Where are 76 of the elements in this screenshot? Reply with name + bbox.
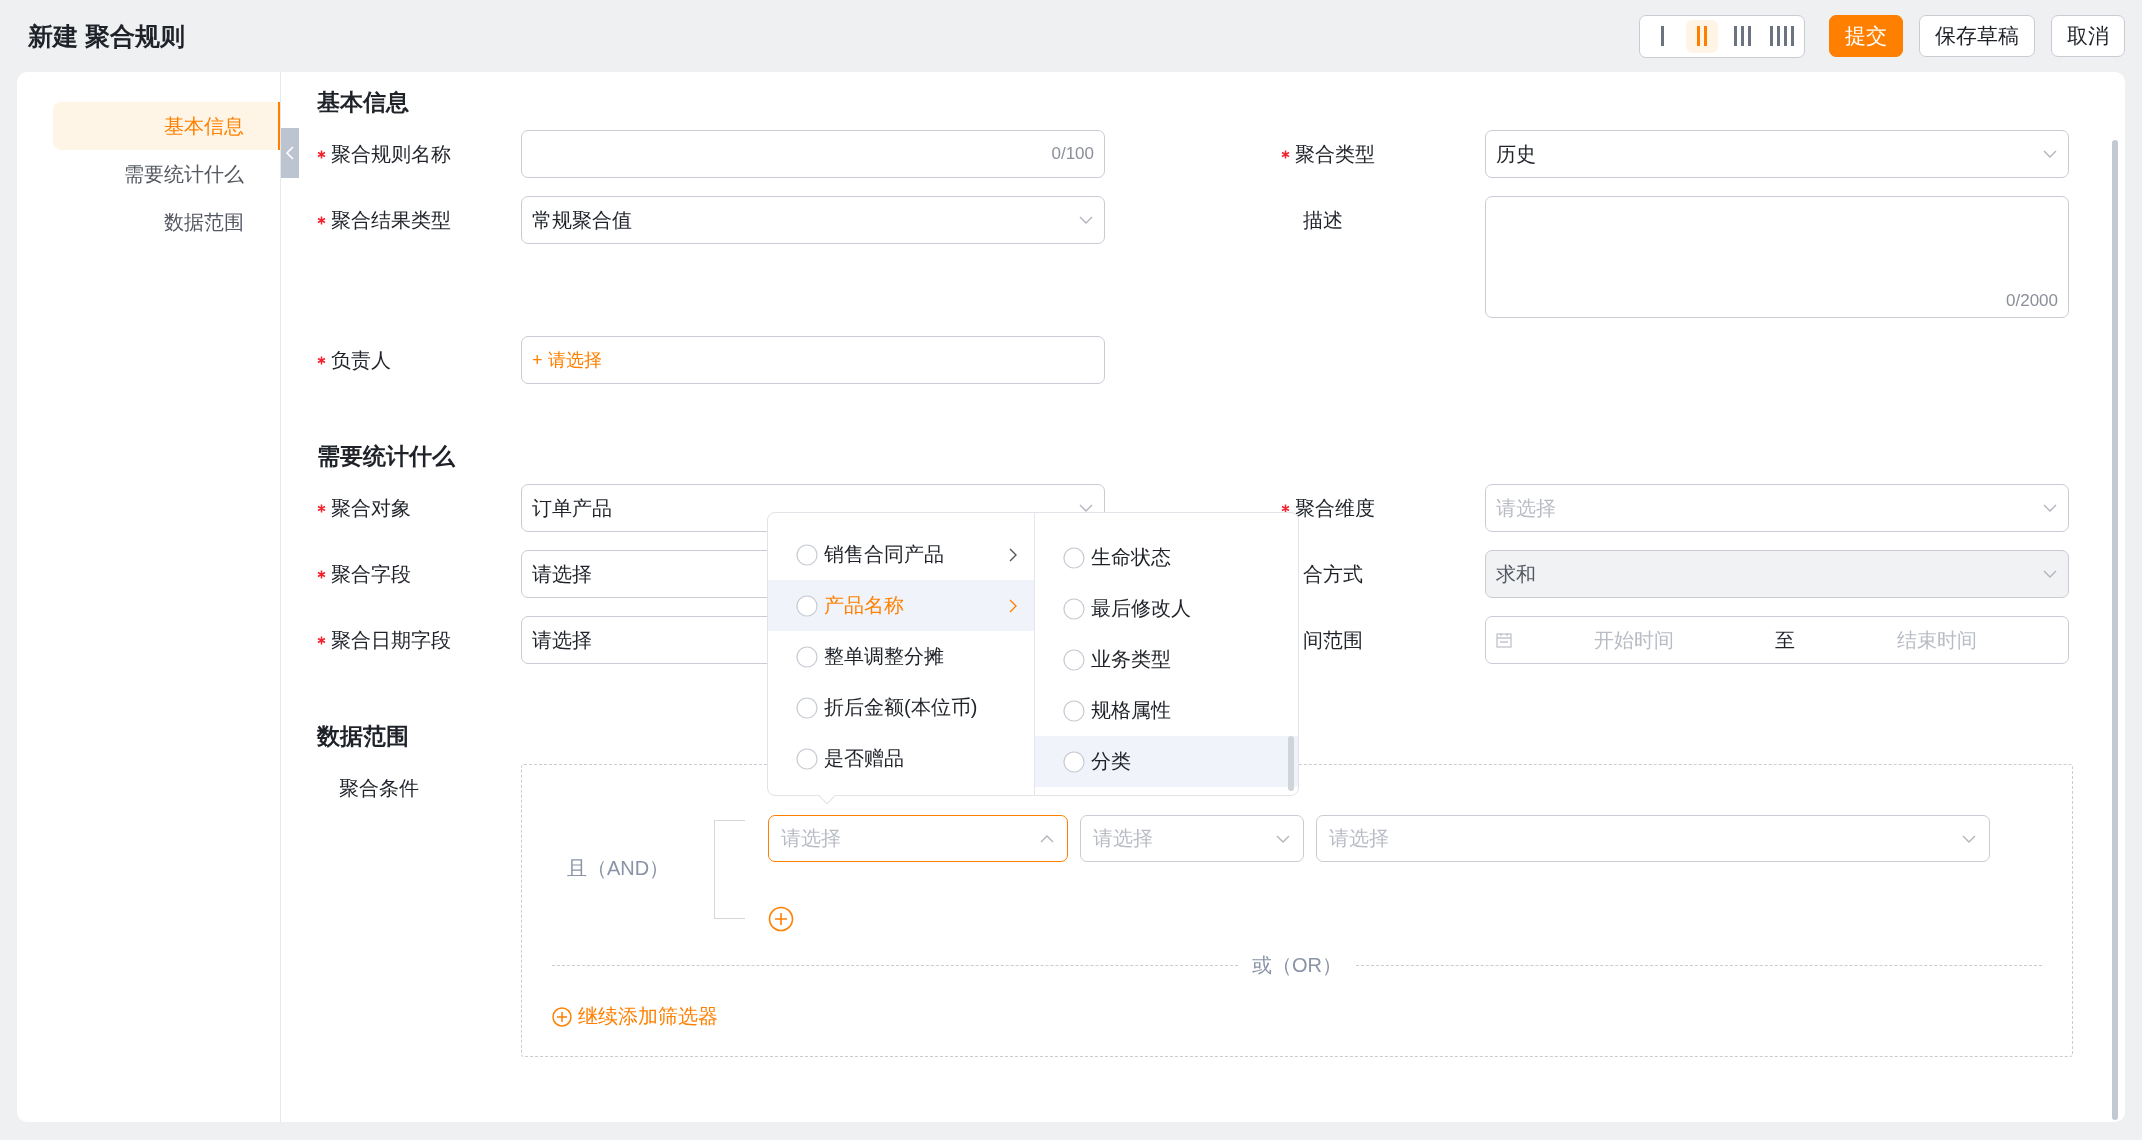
scrollbar[interactable] <box>2112 140 2118 1120</box>
section-title: 基本信息 <box>317 88 410 117</box>
scrollbar[interactable] <box>1288 736 1294 791</box>
bars-icon <box>1770 26 1794 46</box>
select-value: 求和 <box>1496 561 1537 587</box>
radio-icon <box>796 543 818 566</box>
select-field[interactable]: 常规聚合值 <box>521 196 1105 244</box>
header-button[interactable]: 取消 <box>2051 15 2125 57</box>
cascader-option[interactable]: 销售合同产品 <box>768 529 1034 580</box>
cascader-option[interactable]: 生命状态 <box>1035 532 1298 583</box>
cascader-option[interactable]: 整单调整分摊 <box>768 631 1034 682</box>
select-placeholder: 请选择 <box>781 826 842 851</box>
cascader-option[interactable]: 折后金额(本位币) <box>768 682 1034 733</box>
section-title: 数据范围 <box>317 722 410 751</box>
field-label: 聚合结果类型 <box>331 207 451 233</box>
section-title: 需要统计什么 <box>317 442 456 471</box>
cascader-option[interactable]: 分类 <box>1035 736 1298 787</box>
radio-icon <box>796 594 818 617</box>
chevron-icon <box>1078 502 1094 514</box>
field-label: 聚合字段 <box>331 561 411 587</box>
cascader-option[interactable]: 最后修改人 <box>1035 583 1298 634</box>
chevron-icon <box>285 145 295 161</box>
field-label: 聚合对象 <box>331 495 411 521</box>
start-date-placeholder: 开始时间 <box>1592 627 1675 653</box>
header-button[interactable]: 保存草稿 <box>1919 15 2035 57</box>
select-value: 请选择 <box>532 561 593 587</box>
field-label: 聚合规则名称 <box>331 141 451 167</box>
field-label: 描述 <box>1303 207 1343 233</box>
cascader-option[interactable]: 业务类型 <box>1035 634 1298 685</box>
cascader-option[interactable]: 规格属性 <box>1035 685 1298 736</box>
field-label: 负责人 <box>331 347 391 373</box>
radio-icon <box>796 747 818 770</box>
radio-icon <box>1063 699 1085 722</box>
chevron-icon <box>1078 214 1094 226</box>
radio-icon <box>1063 546 1085 569</box>
nav-item[interactable]: 数据范围 <box>53 198 280 246</box>
select-placeholder: 请选择 <box>1093 826 1154 851</box>
select-value: 历史 <box>1496 141 1537 167</box>
end-date-placeholder: 结束时间 <box>1895 627 1978 653</box>
bars-icon <box>1733 26 1751 46</box>
field-label: 聚合日期字段 <box>331 627 451 653</box>
add-icon <box>552 1006 572 1027</box>
date-range-field[interactable]: 开始时间 至 结束时间 <box>1485 616 2069 664</box>
char-counter: 0/100 <box>1051 144 1094 164</box>
field-label: 聚合维度 <box>1295 495 1375 521</box>
select-value: 请选择 <box>532 627 593 653</box>
select-value: 常规聚合值 <box>532 207 633 233</box>
chevron-icon <box>2042 148 2058 160</box>
radio-icon <box>1063 597 1085 620</box>
collapse-tab[interactable] <box>281 128 299 178</box>
radio-icon <box>1063 648 1085 671</box>
field-label: 聚合类型 <box>1295 141 1375 167</box>
range-separator: 至 <box>1774 627 1796 653</box>
and-label: 且（AND） <box>565 856 671 881</box>
select-placeholder: 请选择 <box>1329 826 1390 851</box>
field-label: 合方式 <box>1303 561 1363 587</box>
char-counter: 0/2000 <box>2006 291 2058 311</box>
radio-icon <box>796 696 818 719</box>
or-label: 或（OR） <box>1252 953 1342 978</box>
calendar-icon <box>1496 632 1512 648</box>
field-label: 聚合条件 <box>339 775 419 801</box>
chevron-icon <box>2042 568 2058 580</box>
layout-option[interactable] <box>1686 19 1718 53</box>
cascader-option[interactable]: 是否赠品 <box>768 733 1034 784</box>
page-title: 新建 聚合规则 <box>28 20 185 52</box>
select-placeholder: 请选择 <box>1496 495 1557 521</box>
radio-icon <box>796 645 818 668</box>
add-icon <box>768 906 794 932</box>
field-label: 间范围 <box>1303 627 1363 653</box>
chevron-icon <box>2042 502 2058 514</box>
nav-item[interactable]: 需要统计什么 <box>53 150 280 198</box>
select-value: 订单产品 <box>532 495 613 521</box>
bars-icon <box>1697 26 1707 46</box>
bars-icon <box>1660 26 1664 46</box>
select-field[interactable]: 历史 <box>1485 130 2069 178</box>
radio-icon <box>1063 750 1085 773</box>
